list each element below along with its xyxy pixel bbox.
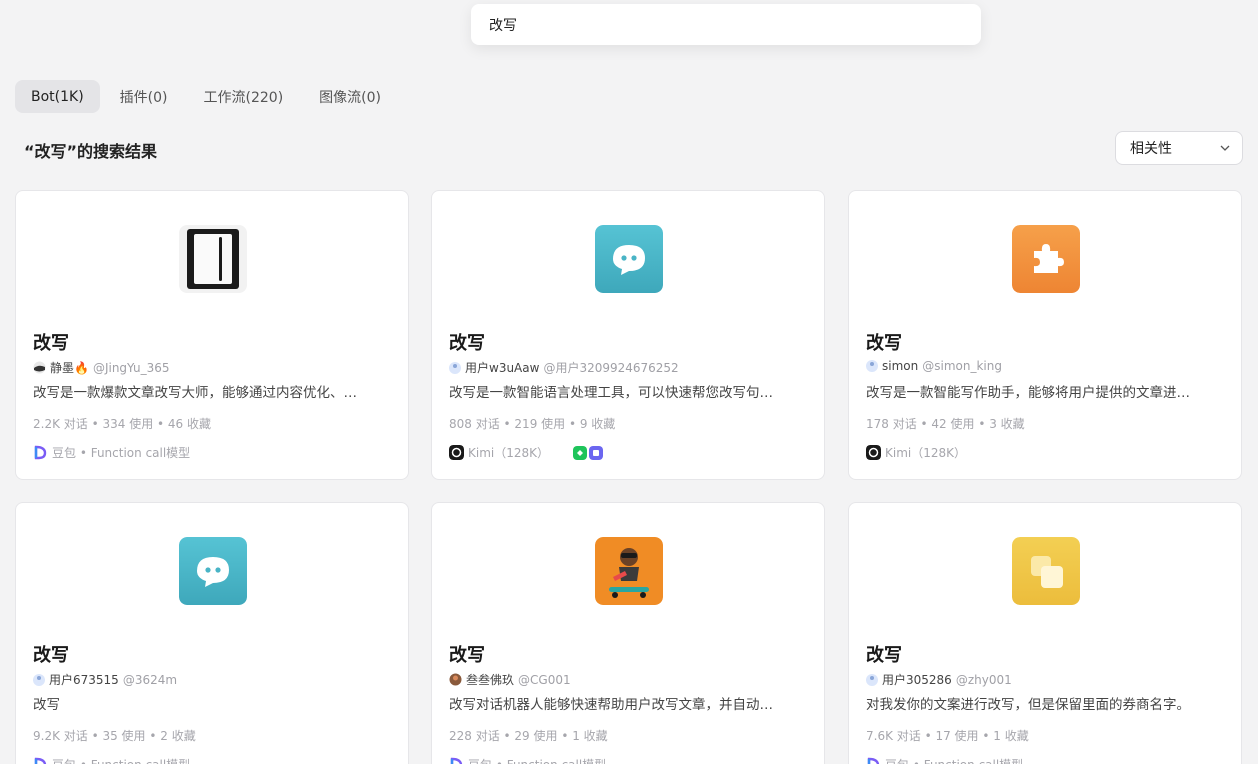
card-title: 改写 xyxy=(866,645,902,666)
card-description: 改写对话机器人能够快速帮助用户改写文章，并自动… xyxy=(449,697,773,713)
author-name: 用户673515 xyxy=(49,673,119,687)
card-model: 豆包 • Function call模型 xyxy=(33,756,190,764)
card-title: 改写 xyxy=(33,333,69,354)
author-name: 叁叁佛玖 xyxy=(466,673,515,687)
user-icon xyxy=(866,673,878,686)
chevron-down-icon xyxy=(1220,145,1230,151)
author-handle: @JingYu_365 xyxy=(92,360,170,375)
author-avatar xyxy=(33,361,46,374)
card-model: Kimi（128K） xyxy=(866,444,966,461)
card-author[interactable]: 用户673515 @3624m xyxy=(33,671,177,688)
card-stats: 808 对话 • 219 使用 • 9 收藏 xyxy=(449,417,616,431)
plugin-icons xyxy=(571,445,604,460)
card-model: 豆包 • Function call模型 xyxy=(33,444,190,461)
author-handle: @simon_king xyxy=(922,359,1002,373)
monkey-skateboard-icon xyxy=(595,537,663,605)
results-title: “改写”的搜索结果 xyxy=(24,142,158,161)
author-handle: @用户3209924676252 xyxy=(543,361,679,375)
tab-plugin[interactable]: 插件(0) xyxy=(104,80,184,113)
category-tabs: Bot(1K) 插件(0) 工作流(220) 图像流(0) xyxy=(15,80,401,113)
doubao-icon xyxy=(34,445,47,460)
sort-selected-label: 相关性 xyxy=(1130,141,1172,157)
card-description: 改写 xyxy=(33,697,60,713)
puzzle-icon xyxy=(1012,225,1080,293)
chat-bubble-icon xyxy=(179,537,247,605)
layers-icon xyxy=(1012,537,1080,605)
card-author[interactable]: 静墨🔥 @JingYu_365 xyxy=(33,359,170,376)
doubao-icon xyxy=(34,757,47,764)
card-title: 改写 xyxy=(33,645,69,666)
card-stats: 228 对话 • 29 使用 • 1 收藏 xyxy=(449,729,608,743)
card-title: 改写 xyxy=(866,333,902,354)
author-avatar xyxy=(449,673,462,686)
card-model: 豆包 • Function call模型 xyxy=(866,756,1023,764)
card-title: 改写 xyxy=(449,645,485,666)
kimi-icon xyxy=(866,445,881,460)
doubao-icon xyxy=(450,757,463,764)
kimi-icon xyxy=(449,445,464,460)
card-author[interactable]: 叁叁佛玖 @CG001 xyxy=(449,671,571,688)
author-handle: @zhy001 xyxy=(955,672,1012,687)
search-box[interactable] xyxy=(471,4,981,45)
card-author[interactable]: 用户305286 @zhy001 xyxy=(866,671,1012,688)
bot-card[interactable]: 改写 用户673515 @3624m 改写 9.2K 对话 • 35 使用 • … xyxy=(15,502,409,764)
card-description: 改写是一款智能写作助手，能够将用户提供的文章进… xyxy=(866,385,1190,401)
chat-bubble-icon xyxy=(595,225,663,293)
card-stats: 9.2K 对话 • 35 使用 • 2 收藏 xyxy=(33,729,196,743)
author-name: 用户w3uAaw xyxy=(465,361,540,375)
user-icon xyxy=(866,360,878,372)
user-icon xyxy=(449,361,461,374)
card-stats: 2.2K 对话 • 334 使用 • 46 收藏 xyxy=(33,417,211,431)
sort-select[interactable]: 相关性 xyxy=(1115,131,1243,165)
card-model: 豆包 • Function call模型 xyxy=(449,756,606,764)
card-stats: 178 对话 • 42 使用 • 3 收藏 xyxy=(866,417,1025,431)
bot-card[interactable]: 改写 静墨🔥 @JingYu_365 改写是一款爆款文章改写大师，能够通过内容优… xyxy=(15,190,409,480)
author-name: simon xyxy=(882,359,919,373)
card-author[interactable]: simon @simon_king xyxy=(866,359,1002,373)
author-handle: @CG001 xyxy=(518,672,571,687)
card-author[interactable]: 用户w3uAaw @用户3209924676252 xyxy=(449,359,679,376)
bot-card[interactable]: 改写 用户w3uAaw @用户3209924676252 改写是一款智能语言处理… xyxy=(431,190,825,480)
user-icon xyxy=(33,673,45,686)
tab-workflow[interactable]: 工作流(220) xyxy=(188,80,300,113)
author-name: 用户305286 xyxy=(882,673,952,687)
notebook-icon xyxy=(179,225,247,293)
card-description: 改写是一款智能语言处理工具，可以快速帮您改写句… xyxy=(449,385,773,401)
tab-bot[interactable]: Bot(1K) xyxy=(15,80,100,113)
card-model: Kimi（128K） xyxy=(449,444,604,461)
tab-imageflow[interactable]: 图像流(0) xyxy=(303,80,397,113)
author-name: 静墨🔥 xyxy=(50,361,89,375)
author-handle: @3624m xyxy=(122,672,178,687)
card-description: 对我发你的文案进行改写，但是保留里面的券商名字。 xyxy=(866,697,1190,713)
search-input[interactable] xyxy=(489,16,981,33)
card-stats: 7.6K 对话 • 17 使用 • 1 收藏 xyxy=(866,729,1029,743)
plugin-purple-icon xyxy=(589,445,604,460)
plugin-green-icon xyxy=(573,445,588,460)
doubao-icon xyxy=(867,757,880,764)
card-description: 改写是一款爆款文章改写大师，能够通过内容优化、… xyxy=(33,385,357,401)
card-title: 改写 xyxy=(449,333,485,354)
bot-card[interactable]: 改写 用户305286 @zhy001 对我发你的文案进行改写，但是保留里面的券… xyxy=(848,502,1242,764)
bot-card[interactable]: 改写 叁叁佛玖 @CG001 改写对话机器人能够快速帮助用户改写文章，并自动… … xyxy=(431,502,825,764)
bot-card[interactable]: 改写 simon @simon_king 改写是一款智能写作助手，能够将用户提供… xyxy=(848,190,1242,480)
